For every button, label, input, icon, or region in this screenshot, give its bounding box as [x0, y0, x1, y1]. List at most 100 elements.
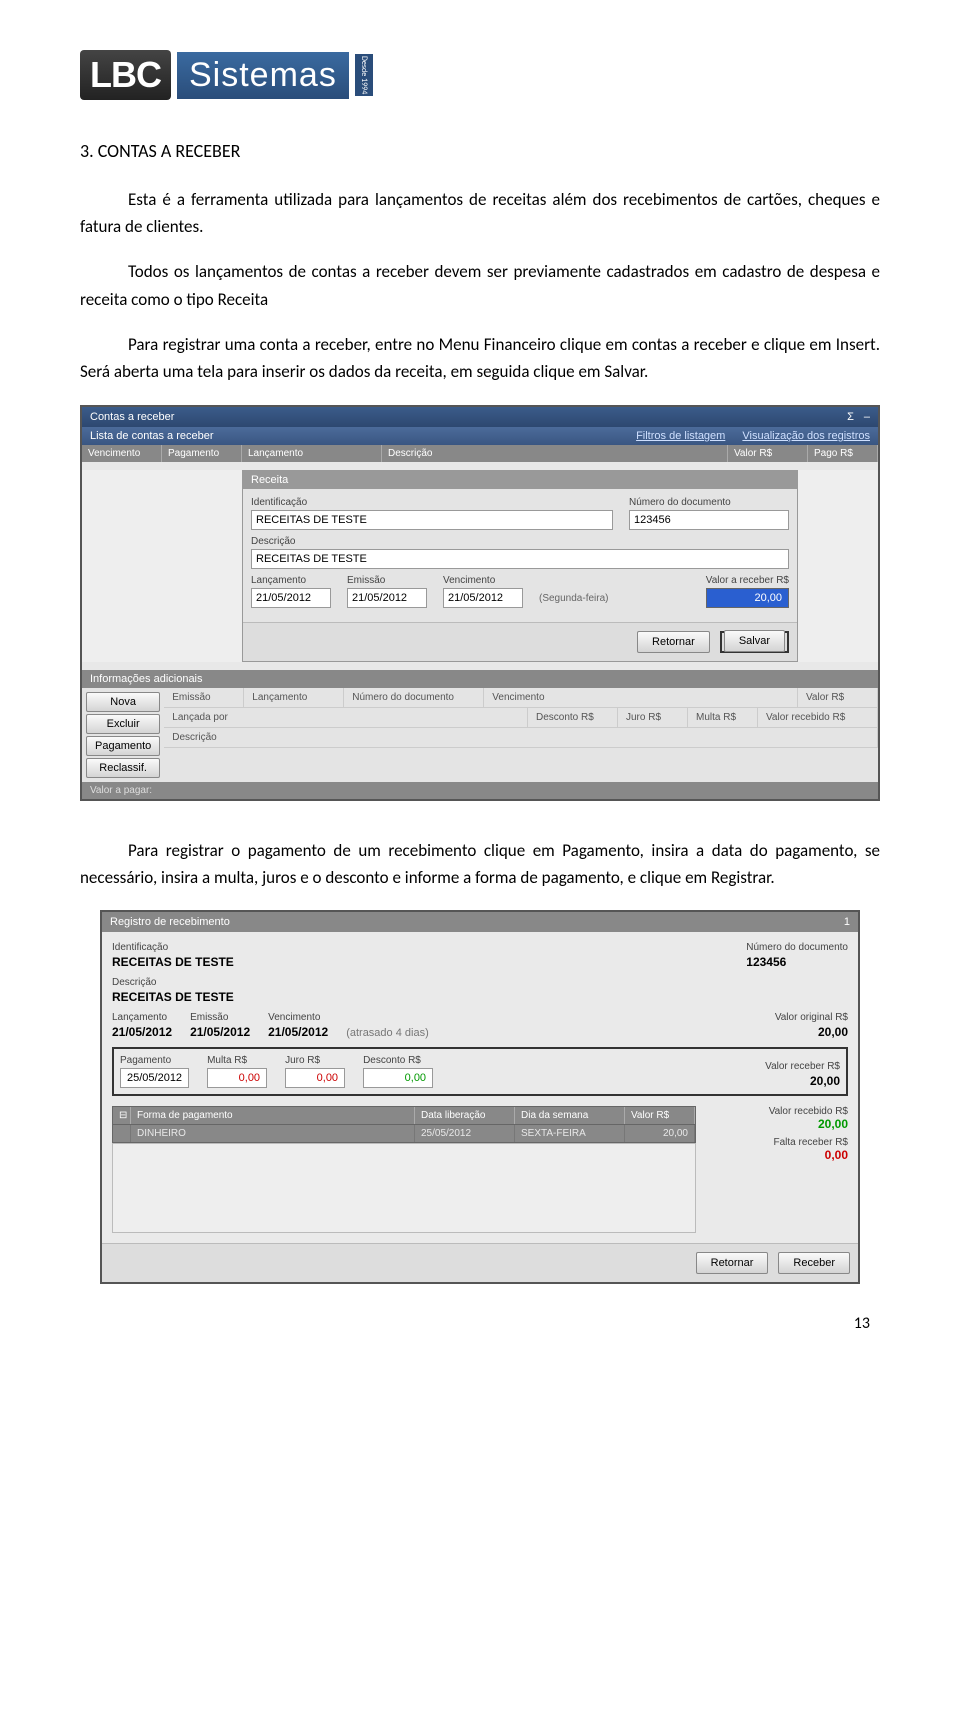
logo-sistemas: Sistemas: [177, 52, 349, 99]
th-forma: Forma de pagamento: [131, 1107, 415, 1124]
th-dia: Dia da semana: [515, 1107, 625, 1124]
footer-bar: Valor a pagar:: [82, 782, 878, 799]
logo-lbc: LBC: [80, 50, 171, 100]
desc-label: Descrição: [251, 536, 789, 547]
sv-valrecd-val: 20,00: [818, 1117, 848, 1131]
column-headers: Vencimento Pagamento Lançamento Descriçã…: [82, 445, 878, 462]
reg-desc-val: RECEITAS DE TESTE: [112, 990, 234, 1004]
reg-titlebar: Registro de recebimento 1: [102, 912, 858, 932]
sigma-icon: Σ: [847, 411, 854, 423]
tr-dia: SEXTA-FEIRA: [515, 1125, 625, 1142]
link-visualizacao[interactable]: Visualização dos registros: [742, 430, 870, 442]
nova-button[interactable]: Nova: [86, 692, 160, 712]
reg-num-label: Número do documento: [746, 942, 848, 953]
reg-receber-button[interactable]: Receber: [778, 1252, 850, 1274]
excluir-button[interactable]: Excluir: [86, 714, 160, 734]
screenshot-registro-recebimento: Registro de recebimento 1 Identificação …: [100, 910, 860, 1284]
lower-panel: Nova Excluir Pagamento Reclassif. Emissã…: [82, 688, 878, 782]
col-lancamento: Lançamento: [242, 445, 382, 462]
reg-pag-input[interactable]: 25/05/2012: [120, 1068, 189, 1088]
lc-emissao: Emissão: [164, 688, 244, 708]
reg-valorig-label: Valor original R$: [775, 1012, 848, 1023]
sv-falta-label: Falta receber R$: [774, 1137, 848, 1148]
payment-table-header: ⊟ Forma de pagamento Data liberação Dia …: [112, 1106, 696, 1125]
lc-desconto: Desconto R$: [528, 708, 618, 728]
section-heading: 3. CONTAS A RECEBER: [80, 140, 880, 162]
weekday-text: (Segunda-feira): [539, 593, 608, 608]
reg-valorig-val: 20,00: [775, 1025, 848, 1039]
paragraph-1: Esta é a ferramenta utilizada para lança…: [80, 186, 880, 240]
emi-label: Emissão: [347, 575, 427, 586]
reg-retornar-button[interactable]: Retornar: [696, 1252, 769, 1274]
page-number: 13: [80, 1314, 880, 1333]
salvar-button[interactable]: Salvar: [724, 630, 785, 652]
lc-multa: Multa R$: [688, 708, 758, 728]
lc-valrec: Valor recebido R$: [758, 708, 878, 728]
reg-late-text: (atrasado 4 dias): [346, 1027, 429, 1039]
ident-label: Identificação: [251, 497, 613, 508]
desc-input[interactable]: [251, 549, 789, 569]
reg-ident-val: RECEITAS DE TESTE: [112, 955, 234, 969]
col-vencimento: Vencimento: [82, 445, 162, 462]
reg-multa-input[interactable]: 0,00: [207, 1068, 267, 1088]
paragraph-4: Para registrar o pagamento de um recebim…: [80, 837, 880, 891]
list-body: Receita Identificação Número do document…: [82, 470, 878, 662]
lc-lancpor: Lançada por: [164, 708, 528, 728]
sv-falta-val: 0,00: [825, 1148, 848, 1162]
lc-num: Número do documento: [344, 688, 484, 708]
paragraph-3: Para registrar uma conta a receber, entr…: [80, 331, 880, 385]
reg-juro-input[interactable]: 0,00: [285, 1068, 345, 1088]
ident-input[interactable]: [251, 510, 613, 530]
reg-num-val: 123456: [746, 955, 848, 969]
num-input[interactable]: [629, 510, 789, 530]
th-data: Data liberação: [415, 1107, 515, 1124]
info-bar: Informações adicionais: [82, 670, 878, 688]
reg-emi-label: Emissão: [190, 1012, 250, 1023]
tr-data: 25/05/2012: [415, 1125, 515, 1142]
retornar-button[interactable]: Retornar: [637, 631, 710, 653]
list-title: Lista de contas a receber: [90, 430, 214, 442]
reg-title: Registro de recebimento: [110, 916, 230, 928]
reg-title-num: 1: [844, 916, 850, 928]
lc-juro: Juro R$: [618, 708, 688, 728]
venc-input[interactable]: [443, 588, 523, 608]
reclassif-button[interactable]: Reclassif.: [86, 758, 160, 778]
screenshot-contas-a-receber: Contas a receber Σ – Lista de contas a r…: [80, 405, 880, 801]
lc-lancamento: Lançamento: [244, 688, 344, 708]
reg-desc-label: Descrição: [112, 977, 234, 988]
list-header: Lista de contas a receber Filtros de lis…: [82, 427, 878, 445]
dialog-title: Receita: [243, 471, 797, 489]
receita-dialog: Receita Identificação Número do document…: [242, 470, 798, 662]
lc-desc: Descrição: [164, 728, 878, 748]
pagamento-button[interactable]: Pagamento: [86, 736, 160, 756]
window-title: Contas a receber: [90, 411, 174, 423]
reg-lanc-label: Lançamento: [112, 1012, 172, 1023]
reg-desconto-label: Desconto R$: [363, 1055, 433, 1066]
table-icon: ⊟: [113, 1107, 131, 1124]
reg-multa-label: Multa R$: [207, 1055, 267, 1066]
col-pago: Pago R$: [808, 445, 878, 462]
valrec-label: Valor a receber R$: [706, 575, 789, 586]
venc-label: Vencimento: [443, 575, 523, 586]
payment-table-row[interactable]: DINHEIRO 25/05/2012 SEXTA-FEIRA 20,00: [112, 1125, 696, 1143]
valrec-value[interactable]: 20,00: [706, 588, 789, 608]
reg-venc-val: 21/05/2012: [268, 1025, 328, 1039]
num-label: Número do documento: [629, 497, 789, 508]
reg-venc-label: Vencimento: [268, 1012, 328, 1023]
logo: LBC Sistemas Desde 1994: [80, 50, 880, 100]
reg-juro-label: Juro R$: [285, 1055, 345, 1066]
lanc-label: Lançamento: [251, 575, 331, 586]
reg-ident-label: Identificação: [112, 942, 234, 953]
minimize-icon[interactable]: –: [864, 411, 870, 423]
col-pagamento: Pagamento: [162, 445, 242, 462]
lc-valor: Valor R$: [798, 688, 878, 708]
payment-list-area: [112, 1143, 696, 1233]
lanc-input[interactable]: [251, 588, 331, 608]
sv-valrecd-label: Valor recebido R$: [769, 1106, 848, 1117]
reg-desconto-input[interactable]: 0,00: [363, 1068, 433, 1088]
reg-emi-val: 21/05/2012: [190, 1025, 250, 1039]
link-filtros[interactable]: Filtros de listagem: [636, 430, 725, 442]
paragraph-2: Todos os lançamentos de contas a receber…: [80, 258, 880, 312]
col-valor: Valor R$: [728, 445, 808, 462]
emi-input[interactable]: [347, 588, 427, 608]
